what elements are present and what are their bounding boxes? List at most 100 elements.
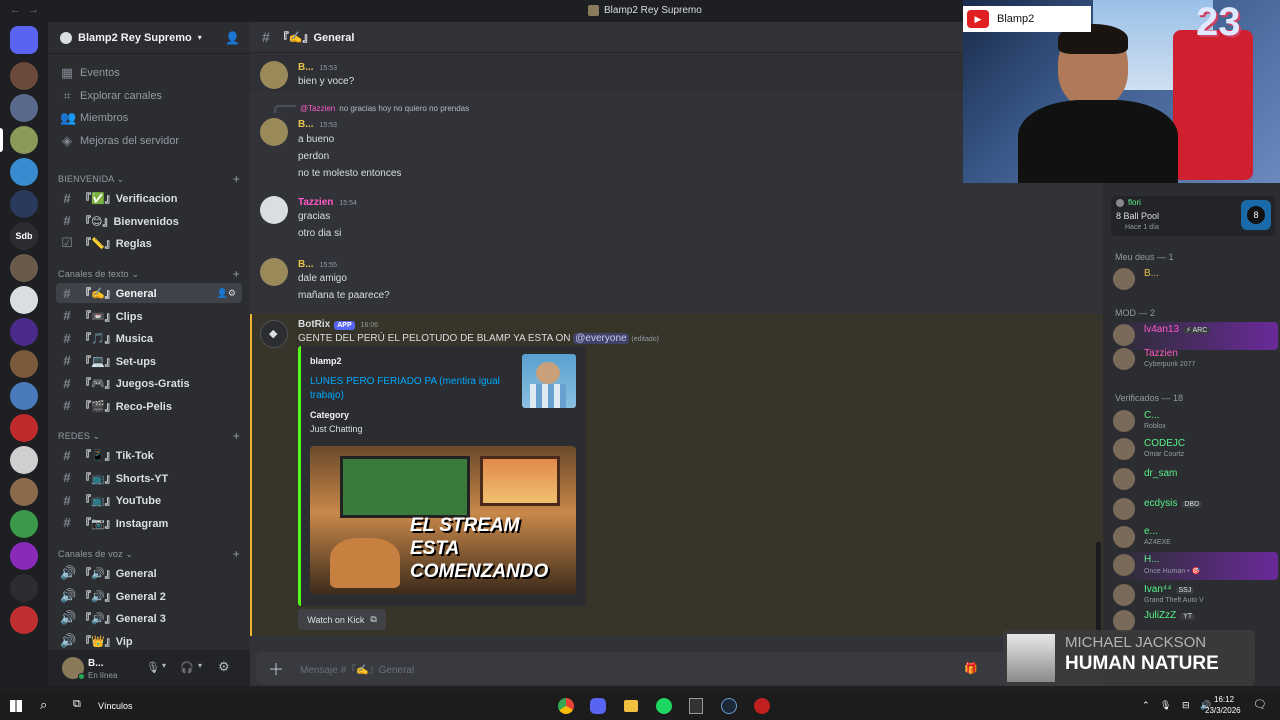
mic-icon[interactable]: 🎙: [146, 661, 160, 674]
reply-preview[interactable]: @Tazzien no gracias hoy no quiero no pren…: [300, 104, 469, 113]
server-icon[interactable]: [10, 126, 38, 154]
message-input[interactable]: Mensaje #『✍️』General: [300, 661, 414, 676]
channel-item[interactable]: # 『😊』Bienvenidos: [56, 211, 242, 231]
everyone-mention[interactable]: @everyone: [573, 333, 629, 344]
avatar[interactable]: [260, 61, 288, 89]
server-icon[interactable]: [10, 606, 38, 634]
member-item[interactable]: e... AZ4EXE: [1113, 524, 1278, 552]
scrollbar[interactable]: [1096, 542, 1101, 642]
server-header[interactable]: Blamp2 Rey Supremo ▾ 👤: [48, 22, 250, 54]
add-channel-icon[interactable]: +: [233, 547, 240, 561]
obs-icon[interactable]: [754, 698, 770, 714]
channel-item[interactable]: ☑ 『📏』Reglas: [56, 233, 242, 253]
add-channel-icon[interactable]: +: [233, 267, 240, 281]
watch-on-kick-button[interactable]: Watch on Kick ⧉: [298, 609, 386, 630]
server-icon[interactable]: [10, 478, 38, 506]
server-icon[interactable]: [10, 190, 38, 218]
server-icon[interactable]: [10, 254, 38, 282]
server-icon[interactable]: [10, 158, 38, 186]
channel-settings-icon[interactable]: 👤⚙: [217, 288, 236, 299]
forward-arrow-icon[interactable]: →: [28, 4, 39, 16]
folder-icon[interactable]: [624, 700, 638, 712]
member-item[interactable]: Ivan⁴⁴ SSJ Grand Theft Auto V: [1113, 582, 1278, 610]
discord-icon[interactable]: [590, 698, 606, 714]
gift-icon[interactable]: 🎁: [964, 662, 978, 675]
server-icon[interactable]: [10, 382, 38, 410]
epic-icon[interactable]: [689, 698, 703, 714]
clock-date[interactable]: 23/3/2026: [1205, 706, 1241, 715]
channel-item[interactable]: # 『📺』Shorts-YT: [56, 468, 242, 488]
channel-item[interactable]: # 『✅』Verificacion: [56, 188, 242, 208]
channel-item[interactable]: # 『📺』YouTube: [56, 490, 242, 510]
message-author[interactable]: B... 15:55: [298, 259, 337, 270]
sidebar-item-mejoras[interactable]: ◈ Mejoras del servidor: [56, 131, 242, 151]
member-item[interactable]: Tazzien Cyberpunk 2077: [1113, 346, 1278, 374]
message-author[interactable]: B... 15:53: [298, 62, 337, 73]
chevron-down-icon[interactable]: ▾: [162, 661, 166, 670]
search-icon[interactable]: ⌕: [40, 697, 47, 713]
embed-title-link[interactable]: LUNES PERO FERIADO PA (mentira igual tra…: [310, 375, 510, 403]
channel-item[interactable]: # 『🎬』Reco-Pelis: [56, 396, 242, 416]
server-icon[interactable]: [10, 318, 38, 346]
member-item[interactable]: dr_sam: [1113, 466, 1278, 494]
voice-channel-item[interactable]: 🔊 『👑』Vip: [56, 631, 242, 651]
sidebar-item-explorar[interactable]: ⌗ Explorar canales: [56, 86, 242, 106]
embed-image[interactable]: EL STREAM ESTA COMENZANDO: [310, 446, 576, 595]
server-icon[interactable]: Sdb: [10, 222, 38, 250]
gear-icon[interactable]: ⚙: [218, 659, 230, 675]
taskbar-links[interactable]: Vínculos: [98, 701, 133, 711]
task-view-icon[interactable]: ⧉: [73, 698, 81, 711]
channel-item[interactable]: # 『🎮』Juegos-Gratis: [56, 373, 242, 393]
server-icon[interactable]: [10, 510, 38, 538]
channel-item[interactable]: # 『📼』Clips: [56, 306, 242, 326]
channel-item[interactable]: # 『✍️』General 👤⚙: [56, 283, 242, 303]
notification-icon[interactable]: 🗨: [1253, 698, 1267, 711]
clock-time[interactable]: 16:12: [1214, 695, 1234, 704]
message-composer[interactable]: ＋ Mensaje #『✍️』General 🎁: [256, 652, 1024, 684]
steam-icon[interactable]: [721, 698, 737, 714]
message-author[interactable]: B... 15:53: [298, 119, 337, 130]
server-icon[interactable]: [10, 286, 38, 314]
server-icon[interactable]: [10, 350, 38, 378]
add-channel-icon[interactable]: +: [233, 172, 240, 186]
activity-card[interactable]: flori 8 Ball Pool Hace 1 día 8: [1111, 196, 1275, 236]
channel-item[interactable]: # 『📷』Instagram: [56, 513, 242, 533]
member-item[interactable]: H... Once Human • 🎯: [1113, 552, 1278, 580]
server-icon[interactable]: [10, 94, 38, 122]
discord-home-icon[interactable]: [10, 26, 38, 54]
chrome-icon[interactable]: [558, 698, 574, 714]
sidebar-item-miembros[interactable]: 👥 Miembros: [56, 108, 242, 128]
embed-author[interactable]: blamp2: [310, 356, 342, 366]
server-icon[interactable]: [10, 574, 38, 602]
bot-avatar[interactable]: ◆: [260, 320, 288, 348]
channel-category[interactable]: REDES ⌄ +: [58, 429, 240, 443]
avatar[interactable]: [260, 196, 288, 224]
windows-start-icon[interactable]: [10, 700, 22, 712]
voice-channel-item[interactable]: 🔊 『🔊』General 3: [56, 608, 242, 628]
member-item[interactable]: ecdysis DBD: [1113, 496, 1278, 524]
channel-category[interactable]: Canales de voz ⌄ +: [58, 547, 240, 561]
sidebar-item-eventos[interactable]: ▦ Eventos: [56, 63, 242, 83]
server-icon[interactable]: [10, 446, 38, 474]
back-arrow-icon[interactable]: ←: [10, 4, 21, 16]
channel-category[interactable]: BIENVENIDA ⌄ +: [58, 172, 240, 186]
avatar[interactable]: [260, 118, 288, 146]
avatar[interactable]: [260, 258, 288, 286]
chevron-down-icon[interactable]: ▾: [198, 661, 202, 670]
voice-channel-item[interactable]: 🔊 『🔊』General 2: [56, 586, 242, 606]
member-item[interactable]: C... Roblox: [1113, 408, 1278, 436]
plus-icon[interactable]: ＋: [268, 656, 284, 680]
spotify-icon[interactable]: [656, 698, 672, 714]
message-author[interactable]: BotRix APP 16:06: [298, 319, 378, 330]
add-channel-icon[interactable]: +: [233, 429, 240, 443]
channel-category[interactable]: Canales de texto ⌄ +: [58, 267, 240, 281]
server-icon[interactable]: [10, 62, 38, 90]
member-item[interactable]: B...: [1113, 266, 1278, 294]
channel-item[interactable]: # 『📱』Tik-Tok: [56, 445, 242, 465]
channel-item[interactable]: # 『💻』Set-ups: [56, 351, 242, 371]
voice-channel-item[interactable]: 🔊 『🔊』General: [56, 563, 242, 583]
headphones-icon[interactable]: 🎧: [180, 661, 194, 674]
channel-item[interactable]: # 『🎵』Musica: [56, 328, 242, 348]
server-icon[interactable]: [10, 542, 38, 570]
member-item[interactable]: CODEJC Omar Courtz: [1113, 436, 1278, 464]
